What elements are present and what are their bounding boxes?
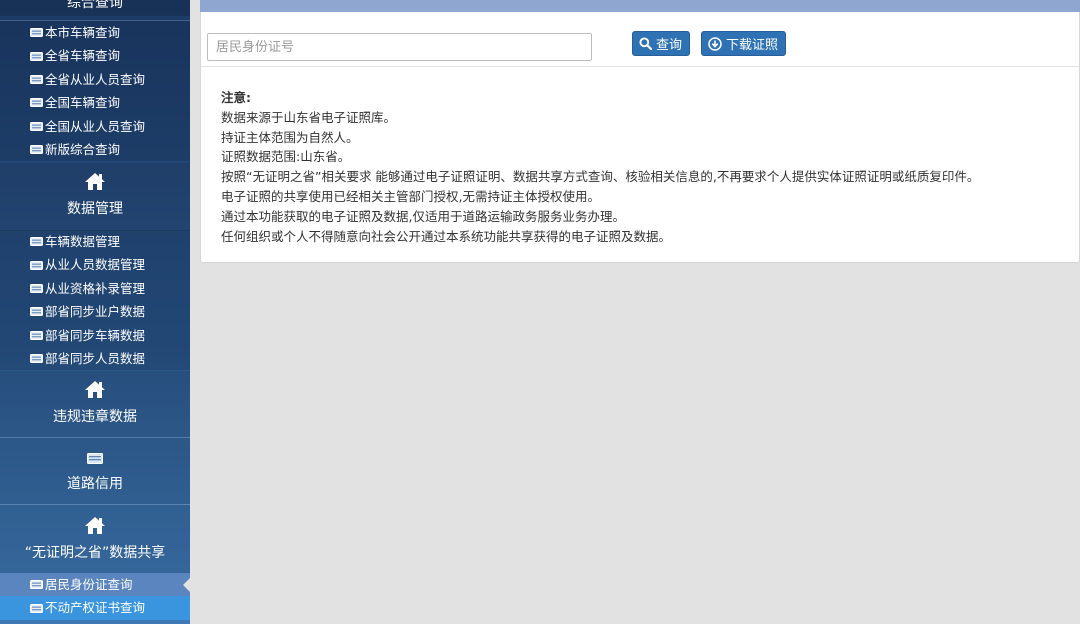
sidebar-item-label: 全省从业人员查询 xyxy=(45,71,146,87)
query-button-label: 查询 xyxy=(656,38,683,53)
sidebar-item[interactable]: 全省车辆查询 xyxy=(0,44,190,67)
sidebar-item[interactable]: 车辆数据管理 xyxy=(0,230,190,253)
sidebar-item[interactable]: 居民身份证查询 xyxy=(0,573,190,597)
sidebar-item[interactable]: 部省同步业户数据 xyxy=(0,300,190,323)
section-title: 数据管理 xyxy=(67,201,123,217)
sidebar-item-label: 车辆数据管理 xyxy=(45,234,121,249)
submenu-certificate-free-data-sharing: 居民身份证查询 不动产权证书查询 xyxy=(0,573,190,620)
section-header-comprehensive-query[interactable]: 综合查询 xyxy=(0,0,190,16)
sidebar-item-label: 部省同步车辆数据 xyxy=(45,327,146,343)
card-icon xyxy=(87,453,103,464)
card-icon xyxy=(30,307,43,317)
notice-block: 注意: 数据来源于山东省电子证照库。 持证主体范围为自然人。 证照数据范围:山东省。… xyxy=(221,88,1071,246)
card-icon xyxy=(30,51,43,61)
sidebar-item-label: 不动产权证书查询 xyxy=(45,600,146,616)
sidebar-item[interactable]: 不动产权证书查询 xyxy=(0,596,190,620)
notice-line: 电子证照的共享使用已经相关主管部门授权,无需持证主体授权使用。 xyxy=(221,188,600,204)
sidebar-item-label: 全国从业人员查询 xyxy=(45,118,146,134)
sidebar-item-label: 部省同步人员数据 xyxy=(45,350,146,366)
submenu-comprehensive-query: 本市车辆查询 全省车辆查询全省从业人员查询 全国车辆查询全国从业人员查询 新版综合查询 xyxy=(0,21,190,162)
section-header-violation-data[interactable]: 违规违章数据 xyxy=(0,371,190,437)
sidebar-item-label: 从业人员数据管理 xyxy=(45,257,146,273)
sidebar-item[interactable]: 部省同步人员数据 xyxy=(0,347,190,370)
home-icon xyxy=(85,517,105,534)
sidebar-item-label: 从业资格补录管理 xyxy=(45,280,146,296)
sidebar-item-label: 全国车辆查询 xyxy=(45,95,121,111)
notice-line: 证照数据范围:山东省。 xyxy=(221,149,351,165)
sidebar-item[interactable]: 全省从业人员查询 xyxy=(0,68,190,91)
sidebar-item-label: 全省车辆查询 xyxy=(45,48,121,64)
sidebar-item[interactable]: 新版综合查询 xyxy=(0,138,190,161)
download-button-label: 下载证照 xyxy=(726,38,779,53)
section-header-road-credit[interactable]: 道路信用 xyxy=(0,438,190,504)
card-icon xyxy=(30,580,43,590)
home-icon xyxy=(85,173,105,190)
section-title: “无证明之省”数据共享 xyxy=(24,545,166,561)
sidebar: 综合查询 本市车辆查询 全省车辆查询全省从业人员查询 全国车辆查询全国从业人员查询新… xyxy=(0,0,190,624)
sidebar-item[interactable]: 部省同步车辆数据 xyxy=(0,324,190,347)
card-icon xyxy=(30,330,43,340)
submenu-data-management: 车辆数据管理从业人员数据管理 从业资格补录管理 部省同步业户数据 部省同步车辆数据 部省… xyxy=(0,230,190,371)
sidebar-item-label: 部省同步业户数据 xyxy=(45,304,146,320)
card-icon xyxy=(30,74,43,84)
id-number-input[interactable] xyxy=(207,33,592,61)
sidebar-item[interactable]: 全国从业人员查询 xyxy=(0,115,190,138)
card-icon xyxy=(30,283,43,293)
notice-lines: 数据来源于山东省电子证照库。 持证主体范围为自然人。 证照数据范围:山东省。按照“无… xyxy=(221,108,1071,247)
notice-line: 通过本功能获取的电子证照及数据,仅适用于道路运输政务服务业务办理。 xyxy=(221,208,625,224)
card-icon xyxy=(30,28,43,38)
notice-line: 数据来源于山东省电子证照库。 xyxy=(221,109,397,125)
card-icon xyxy=(30,237,43,247)
card-icon xyxy=(30,145,43,155)
card-icon xyxy=(30,121,43,131)
top-header-bar xyxy=(200,0,1080,12)
query-panel: 查询 下载证照 注意: 数据来源于山东省电子证照库。持证主体范围为自然人。证照数… xyxy=(200,12,1080,263)
notice-title: 注意: xyxy=(221,90,251,105)
download-icon xyxy=(708,36,722,51)
notice-line: 任何组织或个人不得随意向社会公开通过本系统功能共享获得的电子证照及数据。 xyxy=(221,228,672,244)
sidebar-item-label: 居民身份证查询 xyxy=(45,577,133,592)
sidebar-item-label: 本市车辆查询 xyxy=(45,25,121,40)
section-title: 综合查询 xyxy=(67,0,123,11)
section-title: 违规违章数据 xyxy=(53,409,137,425)
notice-line: 持证主体范围为自然人。 xyxy=(221,129,359,145)
card-icon xyxy=(30,603,43,613)
sidebar-item[interactable]: 本市车辆查询 xyxy=(0,21,190,44)
home-icon xyxy=(85,381,105,398)
notice-line: 按照“无证明之省”相关要求 能够通过电子证照证明、数据共享方式查询、核验相关信息… xyxy=(221,169,980,185)
section-header-data-management[interactable]: 数据管理 xyxy=(0,163,190,231)
sidebar-item[interactable]: 从业资格补录管理 xyxy=(0,277,190,300)
search-toolbar: 查询 下载证照 xyxy=(201,12,1079,67)
sidebar-item-label: 新版综合查询 xyxy=(45,141,121,157)
sidebar-item[interactable]: 从业人员数据管理 xyxy=(0,253,190,276)
card-icon xyxy=(30,98,43,108)
card-icon xyxy=(30,354,43,364)
card-icon xyxy=(30,260,43,270)
query-button[interactable]: 查询 xyxy=(632,31,690,56)
section-header-certificate-free-data-sharing[interactable]: “无证明之省”数据共享 xyxy=(0,505,190,573)
sidebar-item[interactable]: 全国车辆查询 xyxy=(0,91,190,114)
section-title: 道路信用 xyxy=(67,476,123,492)
download-certificate-button[interactable]: 下载证照 xyxy=(701,31,786,56)
search-icon xyxy=(639,37,652,50)
